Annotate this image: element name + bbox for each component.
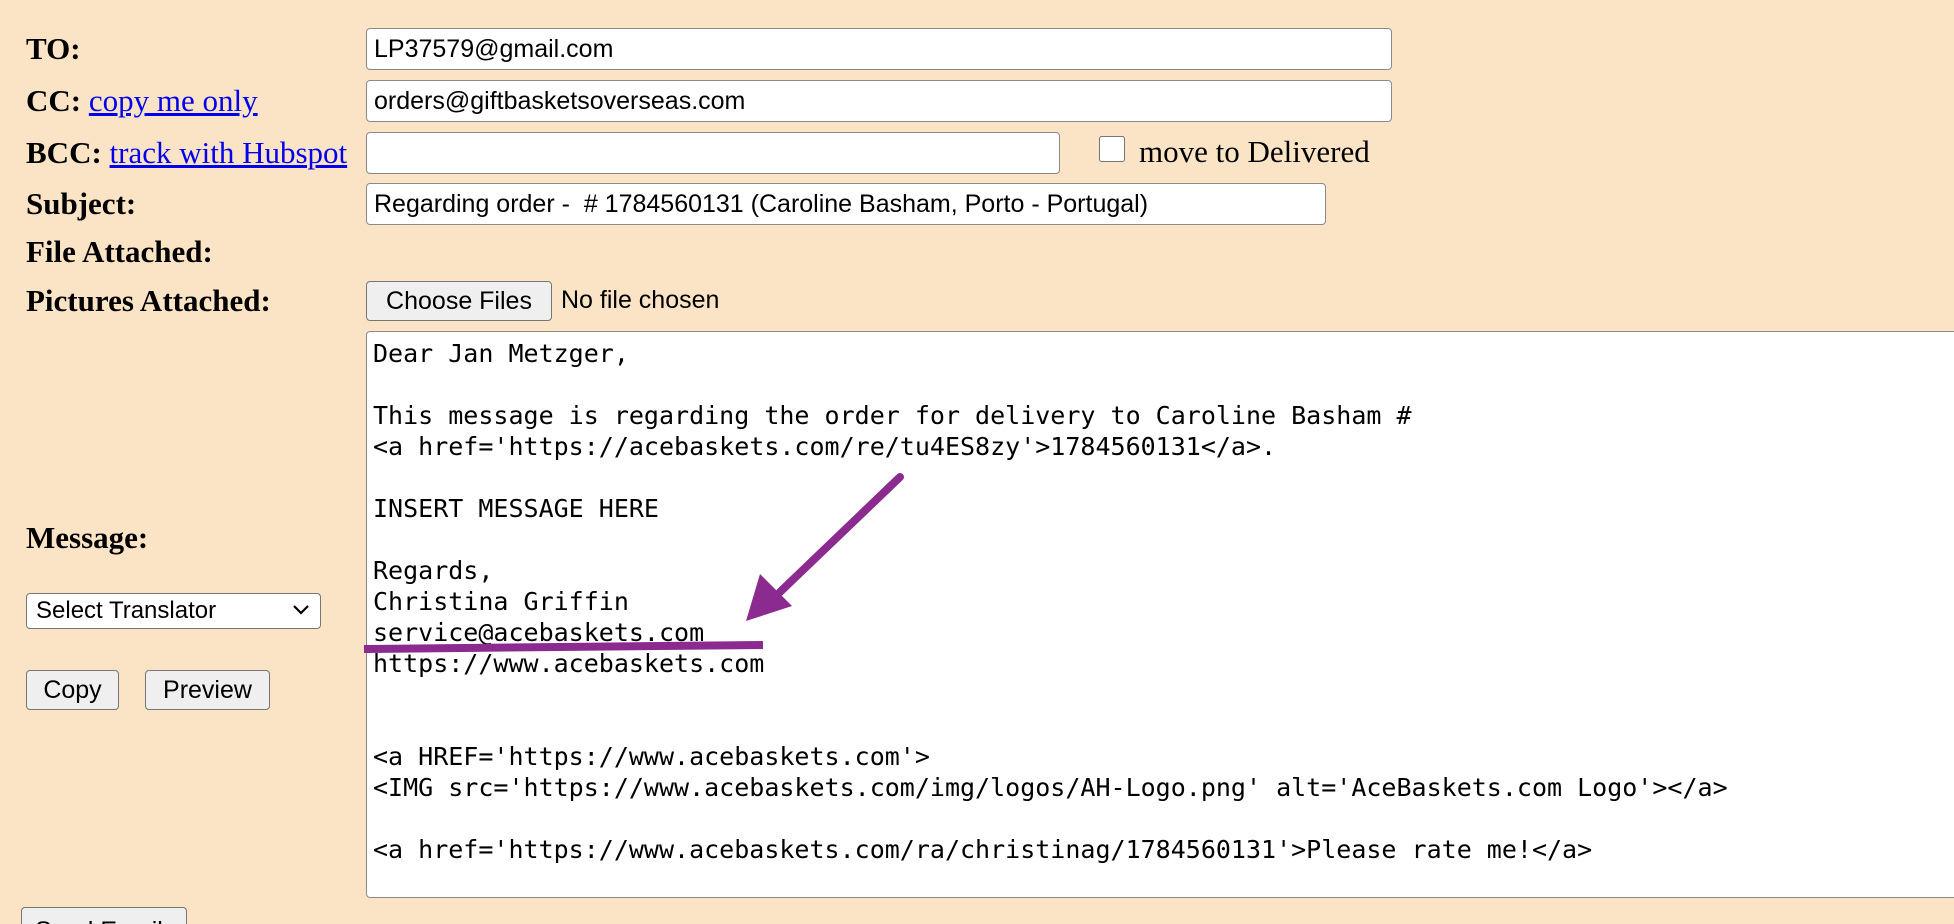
cc-input[interactable] bbox=[366, 80, 1392, 122]
choose-files-button[interactable]: Choose Files bbox=[366, 281, 552, 321]
chevron-down-icon bbox=[293, 605, 309, 615]
message-label: Message: bbox=[26, 520, 148, 556]
cc-label-text: CC: bbox=[26, 83, 82, 118]
bcc-label: BCC: track with Hubspot bbox=[26, 135, 347, 171]
copy-me-only-link[interactable]: copy me only bbox=[89, 83, 258, 118]
screen: TO: CC: copy me only BCC: track with Hub… bbox=[0, 0, 1954, 924]
subject-label: Subject: bbox=[26, 186, 136, 222]
translator-select[interactable]: Select Translator bbox=[26, 593, 321, 629]
message-body-text: Dear Jan Metzger, This message is regard… bbox=[373, 339, 1728, 864]
message-textarea[interactable]: Dear Jan Metzger, This message is regard… bbox=[366, 331, 1954, 898]
copy-button[interactable]: Copy bbox=[26, 670, 119, 710]
to-label: TO: bbox=[26, 31, 81, 67]
file-attached-label: File Attached: bbox=[26, 234, 213, 270]
move-to-delivered-label: move to Delivered bbox=[1139, 134, 1370, 169]
to-input[interactable] bbox=[366, 28, 1392, 70]
move-to-delivered-checkbox[interactable] bbox=[1099, 136, 1125, 162]
pictures-attached-label: Pictures Attached: bbox=[26, 283, 271, 319]
pictures-attached-label-text: Pictures Attached: bbox=[26, 283, 271, 318]
message-label-text: Message: bbox=[26, 520, 149, 555]
bcc-label-text: BCC: bbox=[26, 135, 102, 170]
send-email-button[interactable]: Send Email bbox=[21, 907, 187, 924]
cc-label: CC: copy me only bbox=[26, 83, 258, 119]
file-status-text: No file chosen bbox=[561, 286, 720, 314]
email-compose-form: TO: CC: copy me only BCC: track with Hub… bbox=[0, 0, 1954, 924]
preview-button[interactable]: Preview bbox=[145, 670, 270, 710]
to-label-text: TO: bbox=[26, 31, 81, 66]
track-with-hubspot-link[interactable]: track with Hubspot bbox=[110, 135, 348, 170]
file-attached-label-text: File Attached: bbox=[26, 234, 213, 269]
subject-label-text: Subject: bbox=[26, 186, 137, 221]
subject-input[interactable] bbox=[366, 183, 1326, 225]
translator-select-value: Select Translator bbox=[36, 597, 217, 624]
bcc-input[interactable] bbox=[366, 132, 1060, 174]
